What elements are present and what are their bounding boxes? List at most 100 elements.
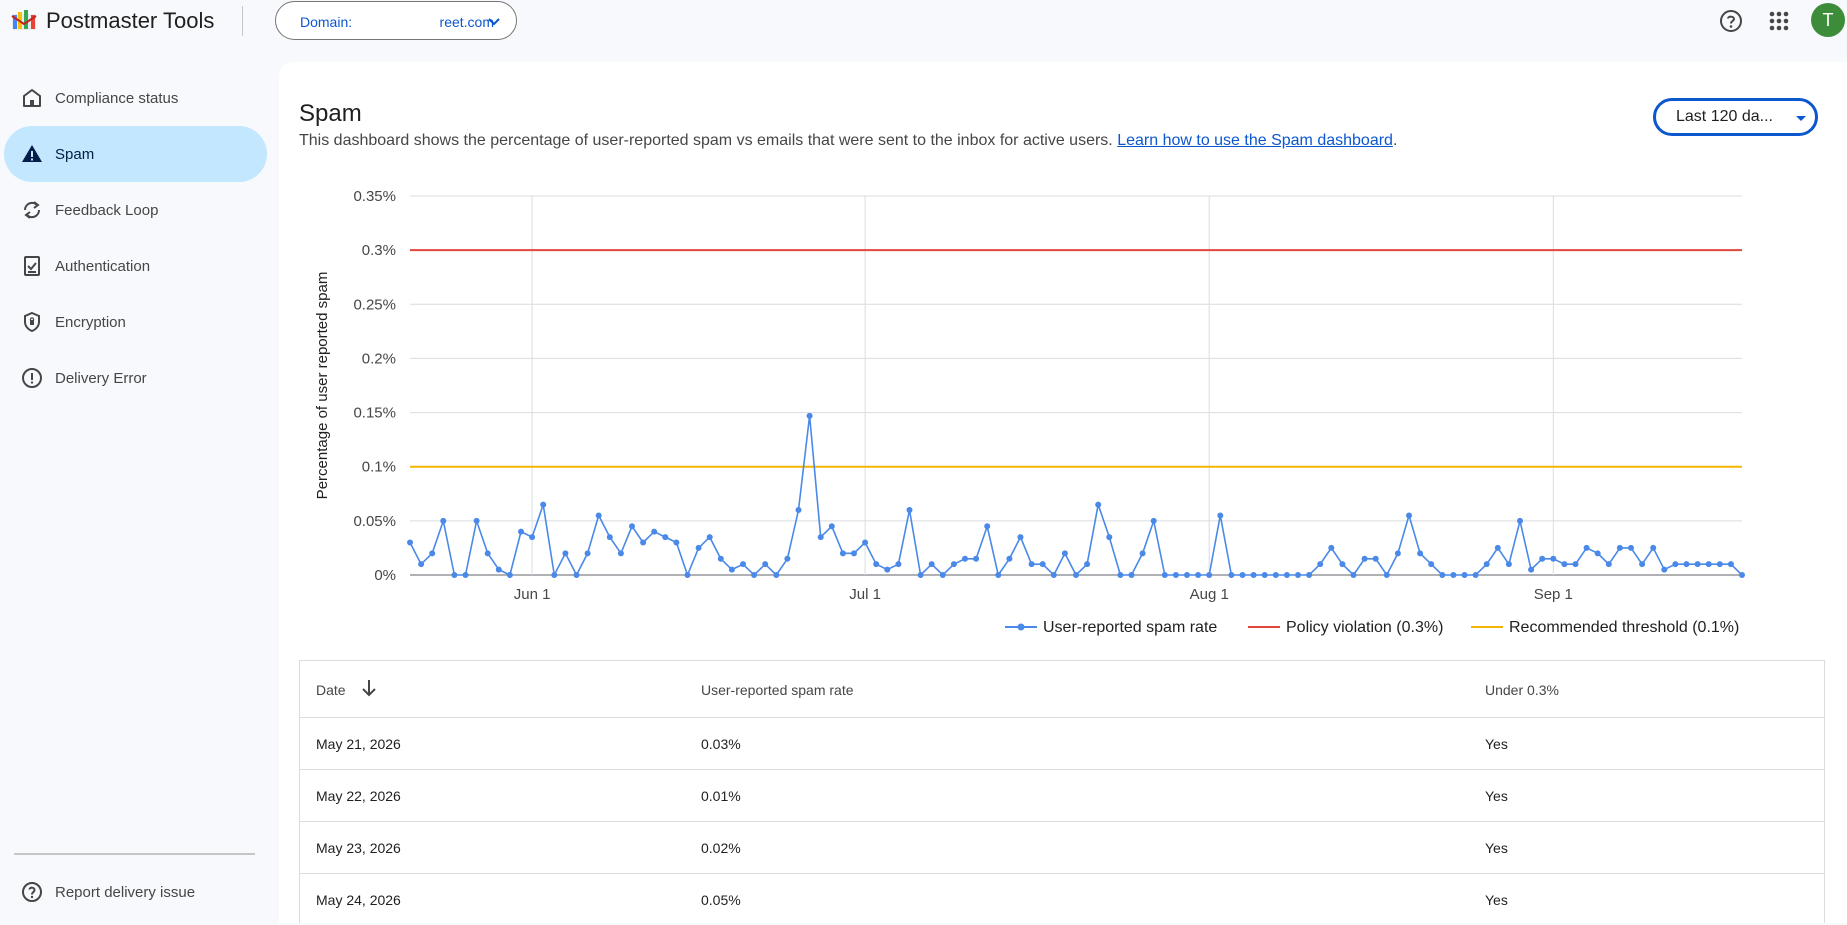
help-icon[interactable] xyxy=(1718,8,1744,34)
spam-rate-point xyxy=(1594,550,1601,557)
y-tick-label: 0% xyxy=(374,567,396,584)
spam-rate-point xyxy=(429,550,436,557)
chevron-down-icon xyxy=(488,18,500,26)
table-row: May 23, 2026 0.02% Yes xyxy=(300,821,1824,873)
spam-rate-point xyxy=(473,517,480,524)
shield-icon xyxy=(24,311,40,333)
spam-rate-point xyxy=(1550,555,1557,562)
spam-rate-point xyxy=(573,572,580,578)
y-axis-label: Percentage of user reported spam xyxy=(314,272,331,500)
cell-under: Yes xyxy=(1485,788,1508,804)
spam-rate-point xyxy=(1739,572,1745,578)
postmaster-logo-icon[interactable] xyxy=(10,8,38,32)
spam-rate-point xyxy=(1195,572,1202,578)
spam-rate-point xyxy=(1616,544,1623,551)
spam-rate-point xyxy=(1605,561,1612,568)
spam-rate-point xyxy=(817,534,824,541)
cell-rate: 0.01% xyxy=(701,788,741,804)
table-row: May 21, 2026 0.03% Yes xyxy=(300,717,1824,769)
apps-grid-icon[interactable] xyxy=(1766,8,1792,34)
spam-rate-point xyxy=(1394,550,1401,557)
domain-selector[interactable]: Domain: reet.com xyxy=(275,1,517,40)
spam-rate-point xyxy=(1350,572,1357,578)
spam-rate-point xyxy=(1150,517,1157,524)
sidebar-item-authentication[interactable]: Authentication xyxy=(4,238,267,294)
spam-rate-point xyxy=(1483,561,1490,568)
spam-rate-point xyxy=(1472,572,1479,578)
main-content-card: Spam This dashboard shows the percentage… xyxy=(279,62,1847,923)
sidebar-item-encryption[interactable]: Encryption xyxy=(4,294,267,350)
spam-rate-point xyxy=(1017,534,1024,541)
spam-rate-point xyxy=(784,555,791,562)
spam-rate-point xyxy=(1328,544,1335,551)
cell-date: May 24, 2026 xyxy=(316,892,401,908)
sidebar-item-compliance-status[interactable]: Compliance status xyxy=(4,70,267,126)
column-header-rate[interactable]: User-reported spam rate xyxy=(701,661,1001,717)
sidebar-item-label: Spam xyxy=(55,146,95,163)
spam-rate-point xyxy=(1117,572,1124,578)
table-row: May 22, 2026 0.01% Yes xyxy=(300,769,1824,821)
spam-rate-point xyxy=(562,550,569,557)
spam-rate-point xyxy=(1239,572,1246,578)
spam-rate-point xyxy=(1172,572,1179,578)
sidebar-item-delivery-error[interactable]: Delivery Error xyxy=(4,350,267,406)
spam-rate-point xyxy=(1583,544,1590,551)
spam-rate-point xyxy=(1073,572,1079,578)
sidebar-item-label: Encryption xyxy=(55,314,126,331)
report-delivery-issue-link[interactable]: Report delivery issue xyxy=(4,864,267,920)
avatar[interactable]: T xyxy=(1811,3,1845,37)
spam-rate-point xyxy=(839,550,846,557)
report-label: Report delivery issue xyxy=(55,884,196,901)
cell-under: Yes xyxy=(1485,892,1508,908)
spam-rate-point xyxy=(1106,534,1113,541)
spam-rate-point xyxy=(1639,561,1646,568)
spam-rate-point xyxy=(1261,572,1268,578)
spam-rate-point xyxy=(1039,561,1046,568)
legend-label: User-reported spam rate xyxy=(1043,619,1217,636)
checklist-icon xyxy=(24,256,40,276)
spam-rate-point xyxy=(629,523,635,530)
app-title[interactable]: Postmaster Tools xyxy=(46,8,214,34)
spam-rate-point xyxy=(462,572,469,578)
spam-rate-point xyxy=(873,561,880,568)
spam-rate-point xyxy=(995,572,1002,578)
spam-rate-point xyxy=(1417,550,1424,557)
column-header-under[interactable]: Under 0.3% xyxy=(1485,661,1785,717)
arrow-down-icon[interactable] xyxy=(360,678,378,698)
spam-rate-point xyxy=(1406,512,1412,519)
spam-rate-point xyxy=(673,539,680,546)
sidebar-item-label: Delivery Error xyxy=(55,370,147,387)
spam-rate-point xyxy=(1539,555,1546,562)
spam-rate-point xyxy=(762,561,769,568)
sidebar-item-feedback-loop[interactable]: Feedback Loop xyxy=(4,182,267,238)
warning-icon xyxy=(22,145,42,162)
spam-rate-point xyxy=(1206,572,1213,578)
spam-rate-point xyxy=(418,561,425,568)
spam-rate-point xyxy=(617,550,624,557)
spam-rate-point xyxy=(1339,561,1346,568)
spam-rate-point xyxy=(884,566,891,573)
column-header-date[interactable]: Date xyxy=(316,661,616,717)
y-tick-label: 0.1% xyxy=(362,459,396,476)
spam-rate-point xyxy=(595,512,602,519)
spam-rate-point xyxy=(973,555,980,562)
spam-rate-point xyxy=(1561,561,1568,568)
spam-rate-point xyxy=(1028,561,1035,568)
spam-rate-point xyxy=(1461,572,1468,578)
table-row: May 24, 2026 0.05% Yes xyxy=(300,873,1824,925)
spam-rate-point xyxy=(495,566,502,573)
legend-marker xyxy=(1017,623,1025,631)
spam-rate-point xyxy=(1428,561,1435,568)
spam-rate-point xyxy=(1694,561,1701,568)
spam-rate-point xyxy=(1306,572,1313,578)
help-icon xyxy=(22,882,42,902)
header-divider xyxy=(242,6,243,36)
sidebar-item-spam[interactable]: Spam xyxy=(4,126,267,182)
spam-rate-point xyxy=(1705,561,1712,568)
spam-rate-point xyxy=(540,501,547,508)
spam-rate-point xyxy=(806,412,813,419)
legend-label: Recommended threshold (0.1%) xyxy=(1509,619,1739,636)
spam-rate-point xyxy=(895,561,902,568)
sidebar-item-label: Feedback Loop xyxy=(55,202,159,219)
x-tick-label: Jun 1 xyxy=(514,586,551,603)
